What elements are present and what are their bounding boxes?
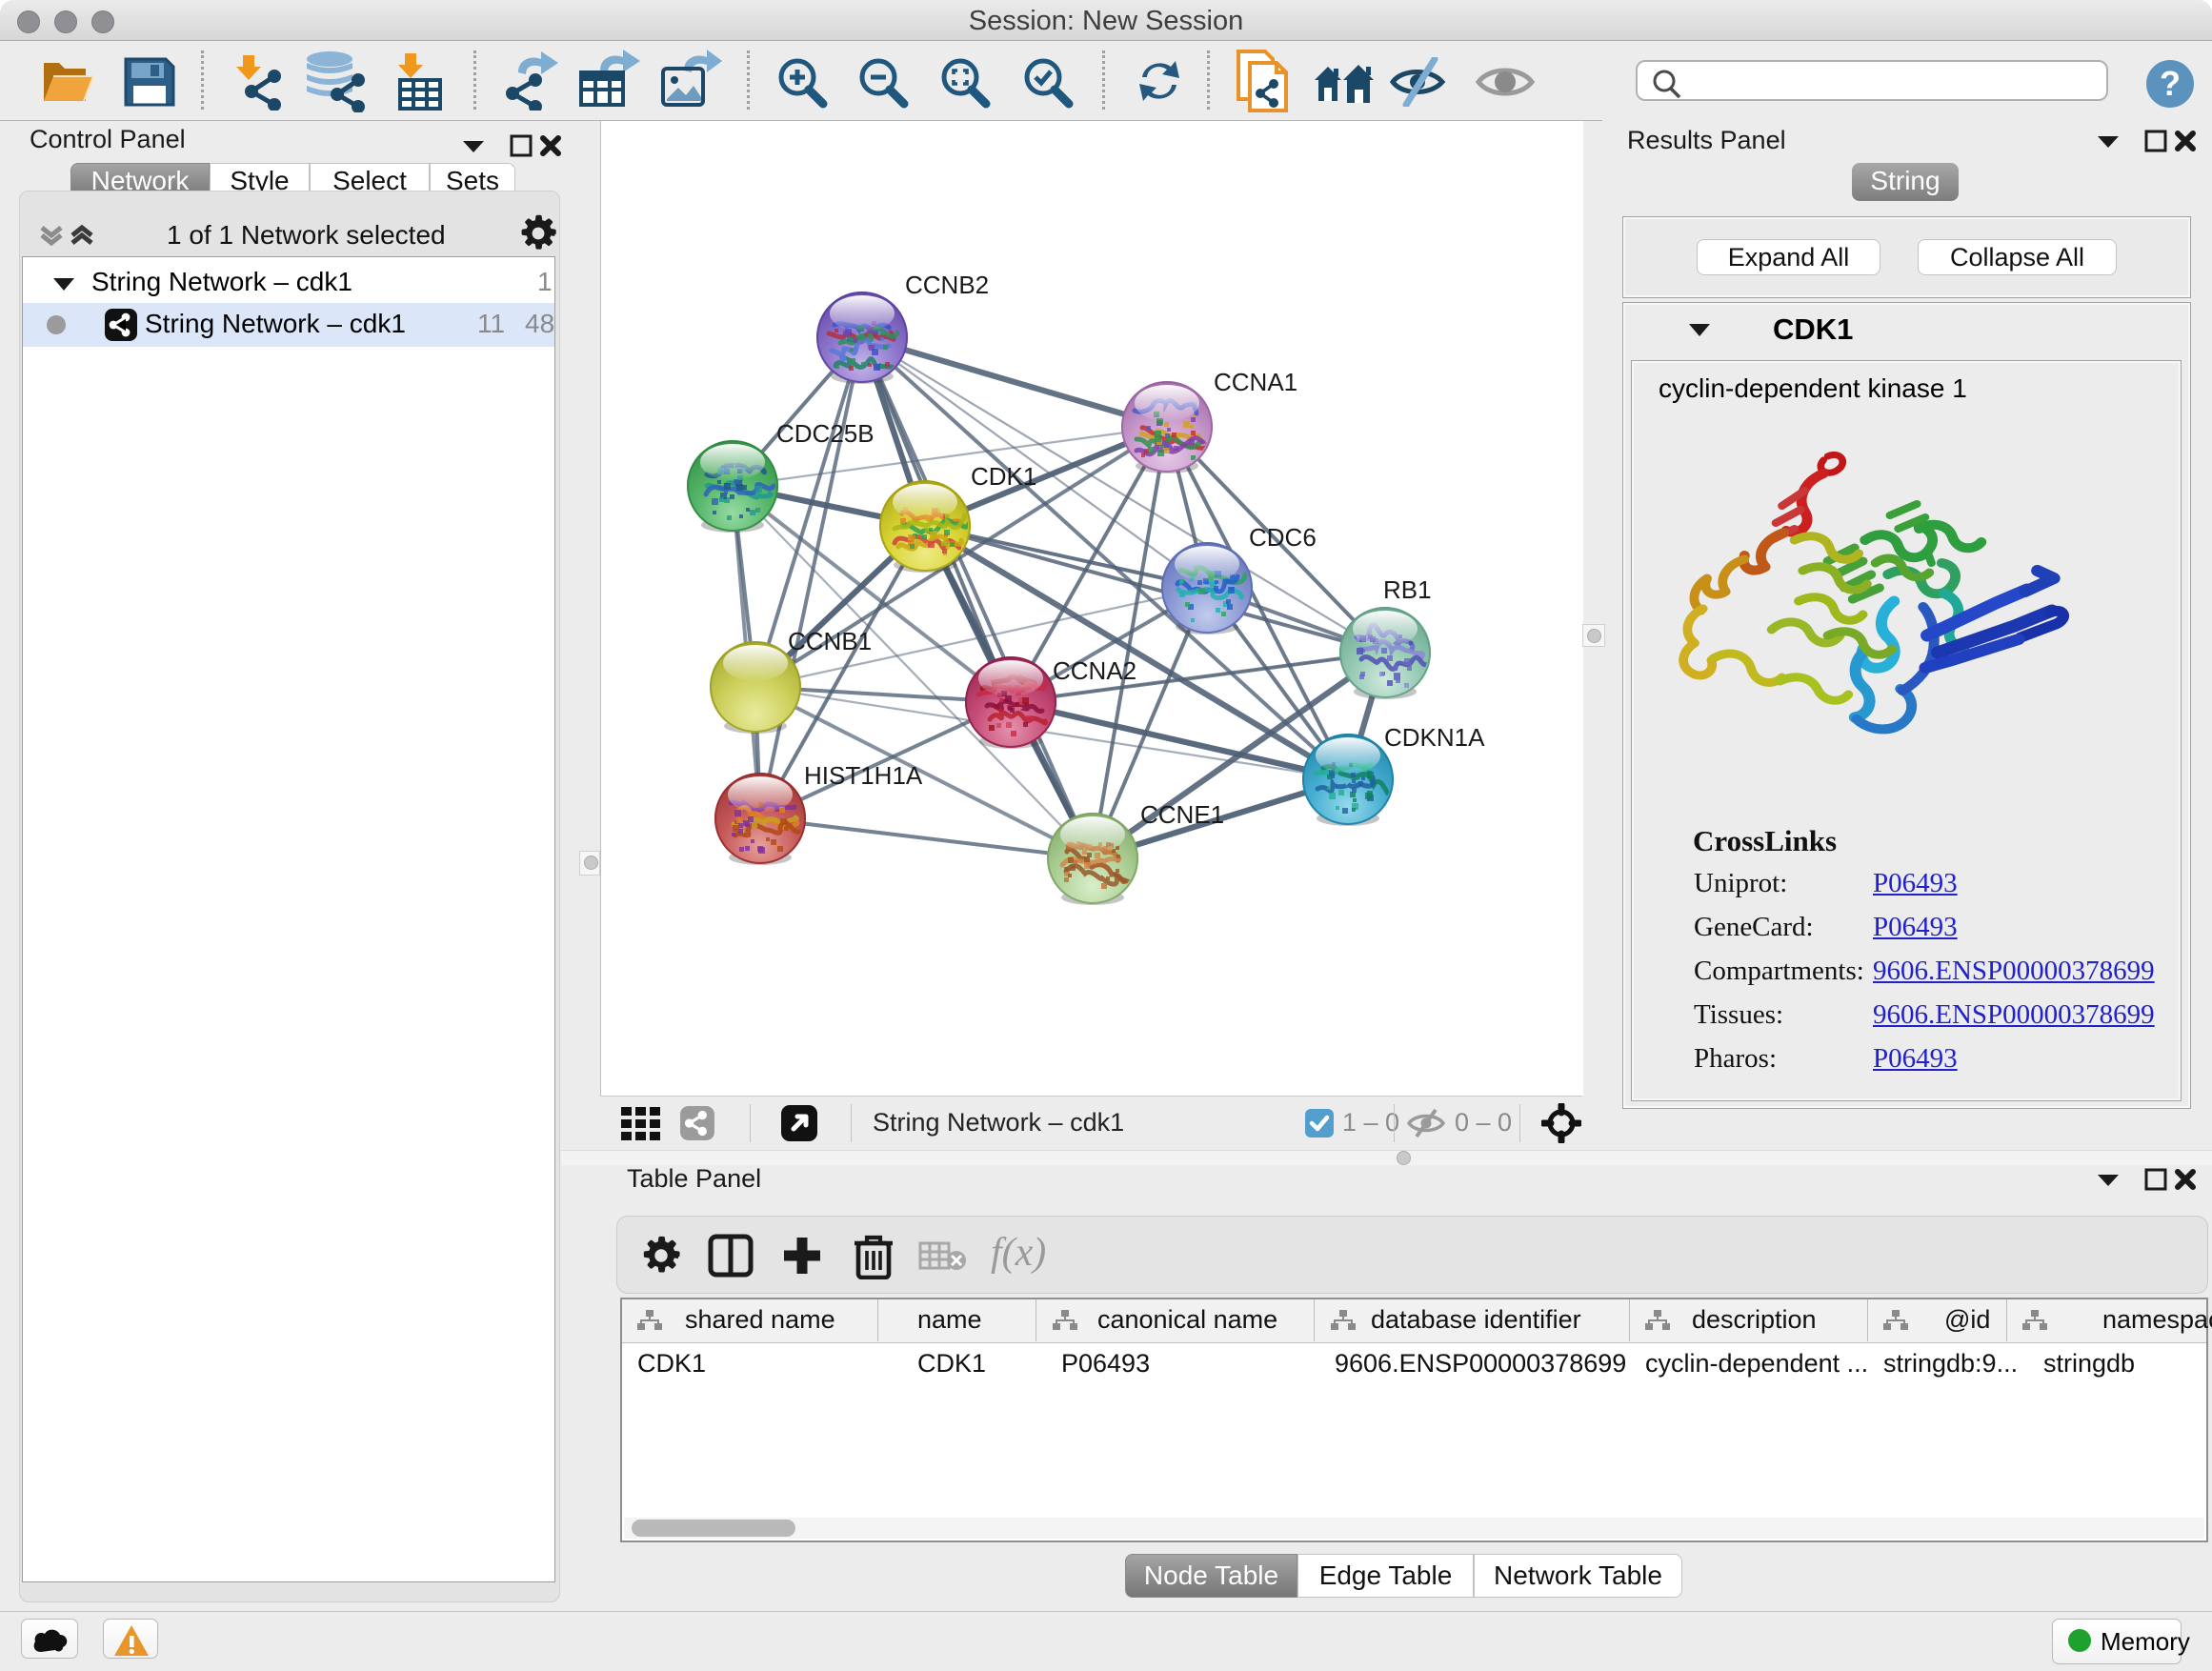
svg-text:?: ? [2160,64,2181,103]
svg-text:RB1: RB1 [1383,575,1432,604]
svg-text:CCNB1: CCNB1 [788,627,872,655]
svg-text:CCNA1: CCNA1 [1214,368,1297,396]
svg-text:CCNA2: CCNA2 [1053,656,1136,685]
svg-text:CDKN1A: CDKN1A [1384,723,1485,752]
svg-text:CCNE1: CCNE1 [1140,800,1224,829]
svg-text:CCNB2: CCNB2 [905,271,989,299]
svg-text:CDC25B: CDC25B [776,419,875,448]
svg-text:CDC6: CDC6 [1249,523,1317,552]
svg-text:CDK1: CDK1 [971,462,1036,491]
svg-text:HIST1H1A: HIST1H1A [804,761,923,790]
